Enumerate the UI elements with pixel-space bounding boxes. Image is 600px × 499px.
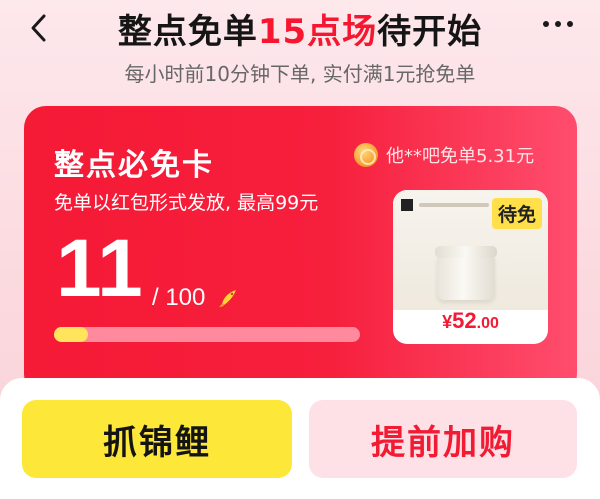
current-count: 11 — [56, 223, 143, 314]
price-decimal: .00 — [476, 315, 499, 332]
more-button[interactable] — [536, 12, 580, 36]
image-caption-line — [419, 203, 489, 207]
pending-free-badge: 待免 — [491, 198, 542, 229]
free-card-panel: 整点必免卡 免单以红包形式发放, 最高99元 他**吧免单5.31元 11 / … — [24, 106, 577, 396]
bottom-action-bar: 抓锦鲤 提前加购 — [0, 378, 600, 499]
page-title: 整点免单15点场待开始 — [0, 4, 600, 53]
price-symbol: ¥ — [442, 312, 453, 332]
add-to-cart-early-button[interactable]: 提前加购 — [309, 400, 577, 478]
recent-winner-text: 他**吧免单5.31元 — [386, 146, 535, 167]
progress-bar — [54, 327, 360, 342]
title-suffix: 待开始 — [377, 12, 483, 52]
coin-avatar-icon — [354, 143, 378, 167]
recent-winner-ticker: 他**吧免单5.31元 — [354, 142, 534, 168]
product-card[interactable]: 待免 ¥52.00 — [393, 190, 548, 344]
cream-jar-image — [435, 246, 497, 300]
top-bar: 整点免单15点场待开始 — [0, 0, 600, 56]
card-description: 免单以红包形式发放, 最高99元 — [54, 192, 319, 214]
page-subtitle: 每小时前10分钟下单, 实付满1元抢免单 — [124, 62, 476, 86]
card-title: 整点必免卡 — [54, 148, 214, 183]
title-prefix: 整点免单 — [117, 12, 258, 52]
title-highlight: 15点场 — [257, 12, 378, 52]
product-price: ¥52.00 — [393, 308, 548, 334]
koi-fish-icon — [219, 290, 236, 307]
total-count: / 100 — [152, 284, 206, 311]
grab-koi-button[interactable]: 抓锦鲤 — [22, 400, 292, 478]
brand-logo — [401, 199, 413, 211]
product-image-header — [401, 196, 489, 214]
more-horizontal-icon — [543, 21, 573, 27]
progress-fill — [54, 327, 88, 342]
price-integer: 52 — [452, 308, 477, 333]
